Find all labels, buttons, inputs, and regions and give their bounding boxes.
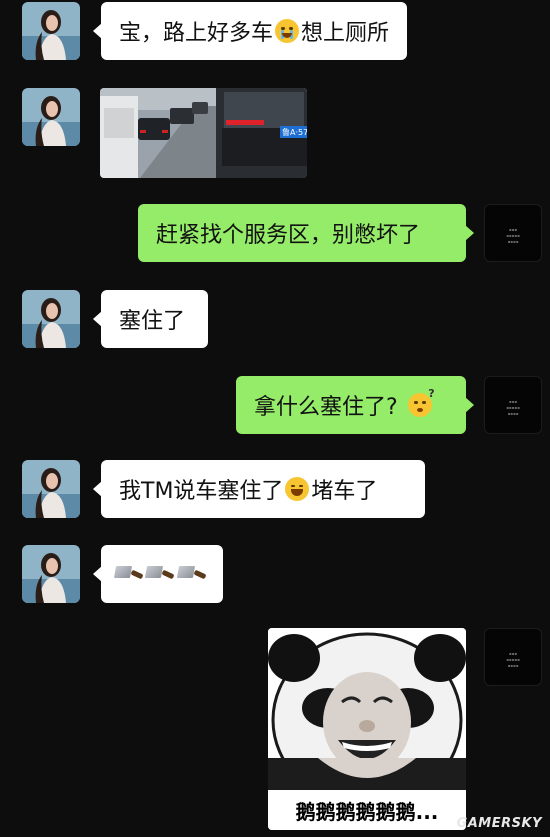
kitchen-knife-icon [113, 564, 144, 584]
message-text: 我TM说车塞住了 [119, 479, 284, 504]
message-text: 拿什么塞住了? [254, 395, 398, 420]
laughing-face-icon [285, 477, 310, 501]
kitchen-knife-icon [176, 564, 207, 584]
message-text: 想上厕所 [300, 21, 389, 46]
kitchen-knife-icon [145, 564, 175, 584]
contact-avatar[interactable] [22, 2, 80, 60]
contact-avatar[interactable] [22, 290, 80, 348]
thinking-face-icon: ? [407, 387, 435, 417]
watermark: GAMERSKY [456, 816, 542, 831]
laughing-panda-meme-sticker[interactable]: 鹅鹅鹅鹅鹅鹅... [268, 628, 466, 830]
contact-avatar[interactable] [22, 88, 80, 146]
message-text: 堵车了 [311, 479, 378, 504]
contact-avatar[interactable] [22, 545, 80, 603]
message-bubble-incoming[interactable]: 宝，路上好多车 想上厕所 [93, 2, 407, 60]
contact-avatar[interactable] [22, 460, 80, 518]
message-bubble-incoming[interactable] [93, 545, 223, 603]
message-bubble-incoming[interactable]: 我TM说车塞住了 堵车了 [93, 460, 425, 518]
license-plate: 鲁A·57 [282, 127, 307, 137]
message-text: 宝，路上好多车 [119, 21, 274, 46]
user-avatar[interactable]: ▪▪▪ ▪▪▪▪▪ ▪▪▪▪ [484, 376, 542, 434]
chat-view: 宝，路上好多车 想上厕所 鲁A·57 赶紧找个服务区，别憋坏了 ▪▪▪ ▪▪▪▪… [0, 0, 550, 837]
traffic-jam-photo[interactable]: 鲁A·57 [100, 88, 307, 178]
panda-meme-image [268, 628, 466, 808]
user-avatar[interactable]: ▪▪▪ ▪▪▪▪▪ ▪▪▪▪ [484, 204, 542, 262]
message-text: 赶紧找个服务区，别憋坏了 [156, 223, 421, 248]
message-bubble-outgoing[interactable]: 拿什么塞住了? ? [236, 376, 474, 434]
message-text: 塞住了 [119, 309, 186, 334]
message-bubble-outgoing[interactable]: 赶紧找个服务区，别憋坏了 [138, 204, 474, 262]
loudly-crying-face-icon [275, 19, 299, 43]
user-avatar[interactable]: ▪▪▪ ▪▪▪▪▪ ▪▪▪▪ [484, 628, 542, 686]
message-bubble-incoming[interactable]: 塞住了 [93, 290, 208, 348]
sticker-caption: 鹅鹅鹅鹅鹅鹅... [268, 790, 466, 830]
